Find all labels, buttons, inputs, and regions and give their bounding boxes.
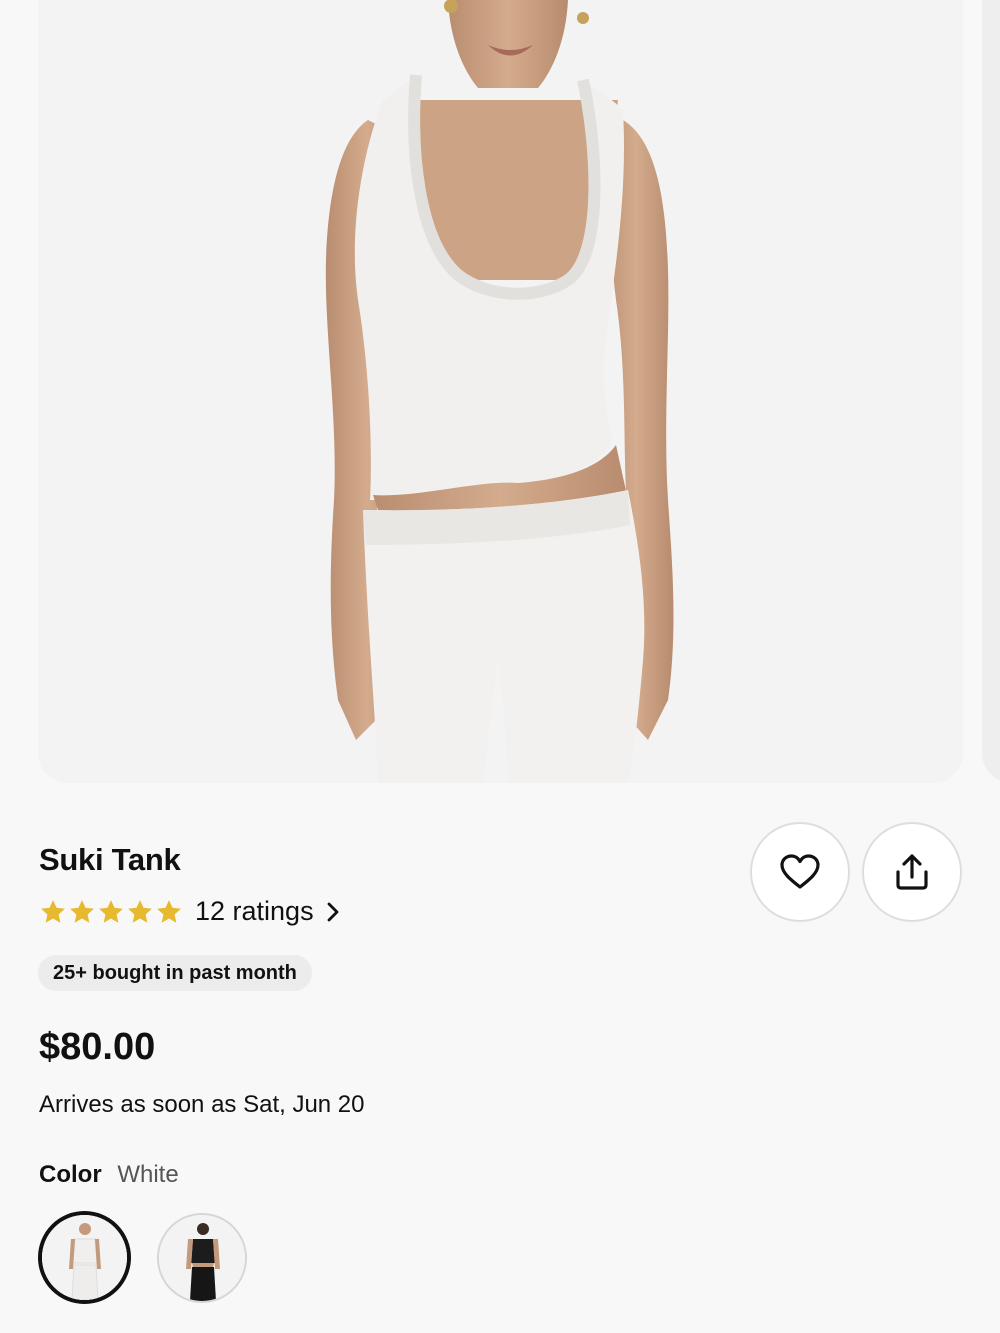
product-price: $80.00 <box>39 1026 156 1068</box>
product-page: Suki Tank 12 ratings 25+ bought in past … <box>0 0 1000 1333</box>
star-icon <box>41 899 65 923</box>
color-swatch-white[interactable] <box>38 1211 131 1304</box>
model-photo <box>325 0 674 783</box>
heart-icon <box>780 854 820 889</box>
share-icon <box>896 854 928 890</box>
color-selector-header: Color White <box>39 1161 179 1189</box>
color-label: Color <box>39 1161 102 1188</box>
popularity-badge-text: 25+ bought in past month <box>53 961 297 984</box>
chevron-right-icon <box>327 902 338 921</box>
white-tank-thumbnail <box>42 1215 127 1300</box>
star-icon <box>70 899 94 923</box>
next-image-peek[interactable] <box>982 0 1000 783</box>
product-title: Suki Tank <box>39 842 181 877</box>
favorite-button[interactable] <box>750 822 850 922</box>
star-icon <box>128 899 152 923</box>
color-value: White <box>117 1161 179 1188</box>
share-button[interactable] <box>862 822 962 922</box>
star-rating <box>39 898 183 926</box>
star-icon <box>157 899 181 923</box>
black-tank-thumbnail <box>159 1215 245 1301</box>
delivery-estimate: Arrives as soon as Sat, Jun 20 <box>39 1091 365 1118</box>
color-swatch-black[interactable] <box>157 1213 247 1303</box>
star-icon <box>99 899 123 923</box>
ratings-link[interactable]: 12 ratings <box>39 896 340 927</box>
product-image[interactable] <box>38 0 963 783</box>
popularity-badge: 25+ bought in past month <box>38 955 312 991</box>
ratings-count: 12 ratings <box>195 896 314 926</box>
